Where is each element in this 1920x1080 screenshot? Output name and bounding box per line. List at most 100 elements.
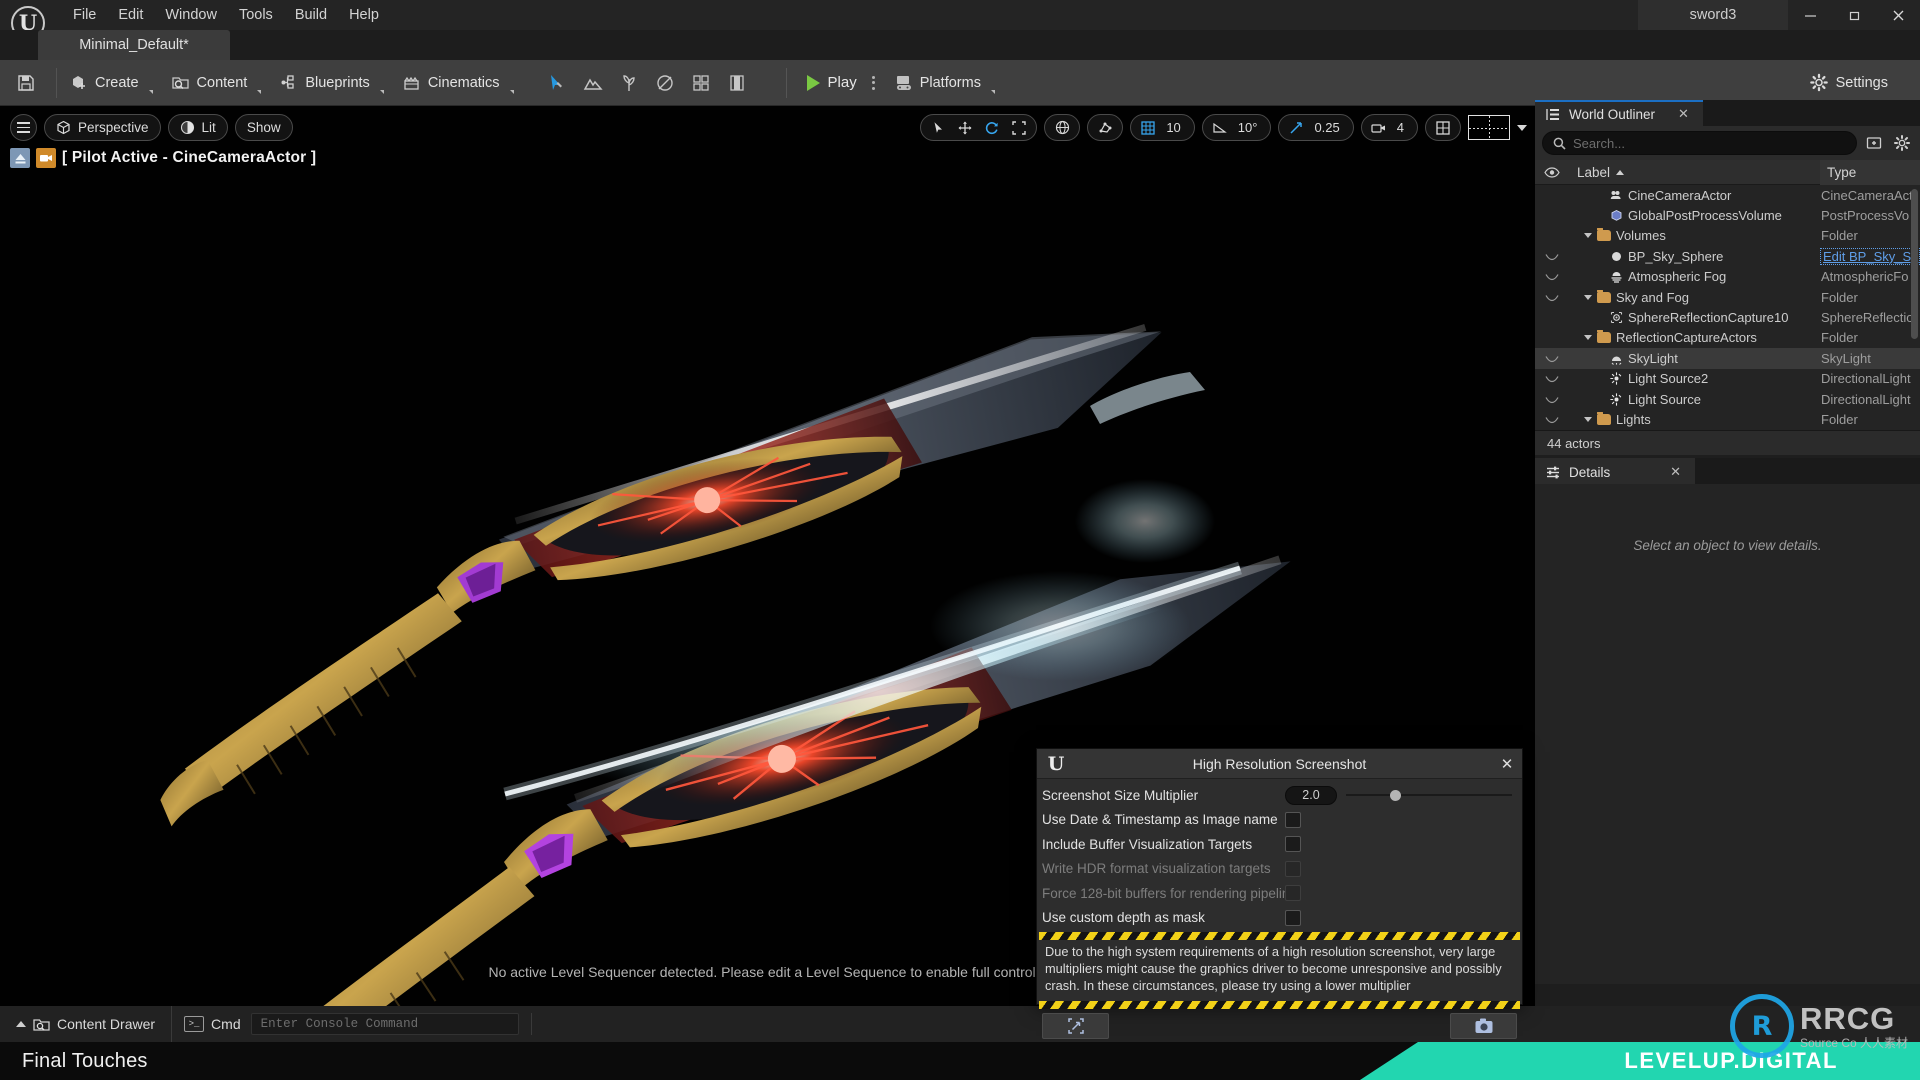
menu-file[interactable]: File [62,4,107,27]
high-resolution-screenshot-dialog[interactable]: U High Resolution Screenshot ✕ Screensho… [1036,748,1523,1039]
hrs-checkbox[interactable] [1285,811,1301,828]
menu-window[interactable]: Window [154,4,228,27]
screenshot-size-multiplier-slider[interactable] [1346,788,1512,802]
expand-caret-icon[interactable] [1584,335,1592,341]
outliner-row[interactable]: Lights Folder [1535,409,1920,429]
content-drawer-button[interactable]: Content Drawer [0,1006,173,1042]
outliner-row[interactable]: Volumes Folder [1535,226,1920,246]
row-visibility-toggle[interactable] [1535,354,1569,363]
expand-caret-icon[interactable] [1584,294,1592,300]
hrs-checkbox[interactable] [1285,909,1301,926]
tab-world-outliner[interactable]: World Outliner ✕ [1535,100,1703,126]
maximize-button[interactable] [1832,0,1876,30]
scale-icon[interactable] [1006,116,1032,139]
outliner-tree[interactable]: CineCameraActor CineCameraAct GlobalPostPr… [1535,185,1920,430]
outliner-row-type: Folder [1821,411,1858,427]
row-visibility-toggle[interactable] [1535,395,1569,404]
outliner-settings-gear-icon[interactable] [1891,132,1913,154]
outliner-row[interactable]: Light Source2 DirectionalLight [1535,369,1920,389]
grid-snap-control[interactable]: 10 [1130,114,1195,141]
create-button[interactable]: Create [61,66,163,100]
angle-snap-control[interactable]: 10° [1201,114,1272,141]
row-visibility-toggle[interactable] [1535,272,1569,281]
expand-caret-icon[interactable] [1584,233,1592,239]
brush-edit-mode-icon[interactable] [720,66,754,100]
landscape-mode-icon[interactable] [576,66,610,100]
menu-help[interactable]: Help [338,4,390,27]
capture-region-button[interactable] [1042,1012,1109,1039]
rotate-icon[interactable] [979,116,1005,139]
blueprints-button[interactable]: Blueprints [271,66,393,100]
move-translate-icon[interactable] [952,116,978,139]
hrs-setting-control: 2.0 [1285,785,1522,805]
play-button[interactable]: Play [797,66,865,100]
outliner-row[interactable]: BP_Sky_Sphere Edit BP_Sky_Sp [1535,246,1920,266]
outliner-row[interactable]: Sky and Fog Folder [1535,287,1920,307]
cinematics-button[interactable]: Cinematics [394,66,524,100]
tab-details[interactable]: Details ✕ [1535,458,1695,484]
viewport-maximize-icon[interactable] [1425,114,1461,141]
close-icon[interactable]: ✕ [1656,464,1681,480]
outliner-row[interactable]: SphereReflectionCapture10 SphereReflectio [1535,307,1920,327]
chevron-down-icon[interactable] [1517,124,1527,131]
mesh-paint-mode-icon[interactable] [648,66,682,100]
outliner-row-type: SphereReflectio [1821,310,1914,326]
lit-sphere-icon [180,120,194,135]
content-button[interactable]: Content [163,66,272,100]
viewport-layout-icon[interactable] [1468,115,1510,140]
expand-caret-icon[interactable] [1584,416,1592,422]
outliner-row[interactable]: ReflectionCaptureActors Folder [1535,328,1920,348]
row-visibility-toggle[interactable] [1535,252,1569,261]
platforms-label: Platforms [919,74,981,91]
foliage-mode-icon[interactable] [612,66,646,100]
surface-snapping-icon[interactable] [1087,114,1124,141]
world-coordinate-globe-icon[interactable] [1044,114,1081,141]
hrs-close-icon[interactable]: ✕ [1492,755,1522,773]
column-header-label[interactable]: Label [1569,165,1820,180]
outliner-row-label: BP_Sky_Sphere [1569,249,1820,264]
screenshot-size-multiplier-input[interactable]: 2.0 [1285,785,1337,805]
add-folder-icon[interactable] [1863,132,1885,154]
minimize-button[interactable] [1788,0,1832,30]
outliner-scrollbar[interactable] [1911,189,1918,339]
row-visibility-toggle[interactable] [1535,374,1569,383]
take-screenshot-button[interactable] [1450,1012,1517,1039]
hrs-checkbox[interactable] [1285,836,1301,853]
camera-speed-control[interactable]: 4 [1360,114,1418,141]
row-visibility-toggle[interactable] [1535,415,1569,424]
close-icon[interactable]: ✕ [1664,106,1689,122]
settings-button[interactable]: Settings [1800,66,1906,100]
cmd-label[interactable]: Cmd [211,1016,241,1032]
outliner-row[interactable]: CineCameraActor CineCameraAct [1535,185,1920,205]
column-header-type[interactable]: Type [1820,159,1920,185]
play-options-button[interactable] [865,75,882,90]
viewport-viewmode-dropdown[interactable]: Lit [167,114,228,141]
close-button[interactable] [1876,0,1920,30]
menu-tools[interactable]: Tools [228,4,284,27]
title-bar: U File Edit Window Tools Build Help swor… [0,0,1920,40]
eject-pilot-icon[interactable] [10,148,30,168]
select-mode-icon[interactable] [540,66,574,100]
console-command-input[interactable]: Enter Console Command [250,1013,519,1035]
scale-snap-control[interactable]: 0.25 [1278,114,1354,141]
tab-minimal-default[interactable]: Minimal_Default* [38,30,230,60]
save-current-level-button[interactable] [0,60,52,106]
outliner-row-type[interactable]: Edit BP_Sky_Sp [1820,247,1920,265]
outliner-row[interactable]: Light Source DirectionalLight [1535,389,1920,409]
camera-pilot-icon[interactable] [36,148,56,168]
select-arrow-icon[interactable] [925,116,951,139]
search-input[interactable]: Search... [1542,131,1857,155]
viewport-menu-icon[interactable] [10,114,37,141]
menu-build[interactable]: Build [284,4,338,27]
outliner-row[interactable]: GlobalPostProcessVolume PostProcessVo [1535,205,1920,225]
outliner-row[interactable]: SkyLight SkyLight [1535,348,1920,369]
menu-edit[interactable]: Edit [107,4,154,27]
platforms-button[interactable]: Platforms [886,66,1005,100]
slider-handle[interactable] [1390,790,1401,802]
row-visibility-toggle[interactable] [1535,293,1569,302]
viewport-perspective-dropdown[interactable]: Perspective [44,114,161,141]
viewport-show-dropdown[interactable]: Show [234,114,293,141]
fracture-mode-icon[interactable] [684,66,718,100]
hrs-setting-label: Screenshot Size Multiplier [1042,787,1199,803]
outliner-row[interactable]: Atmospheric Fog AtmosphericFo [1535,267,1920,287]
